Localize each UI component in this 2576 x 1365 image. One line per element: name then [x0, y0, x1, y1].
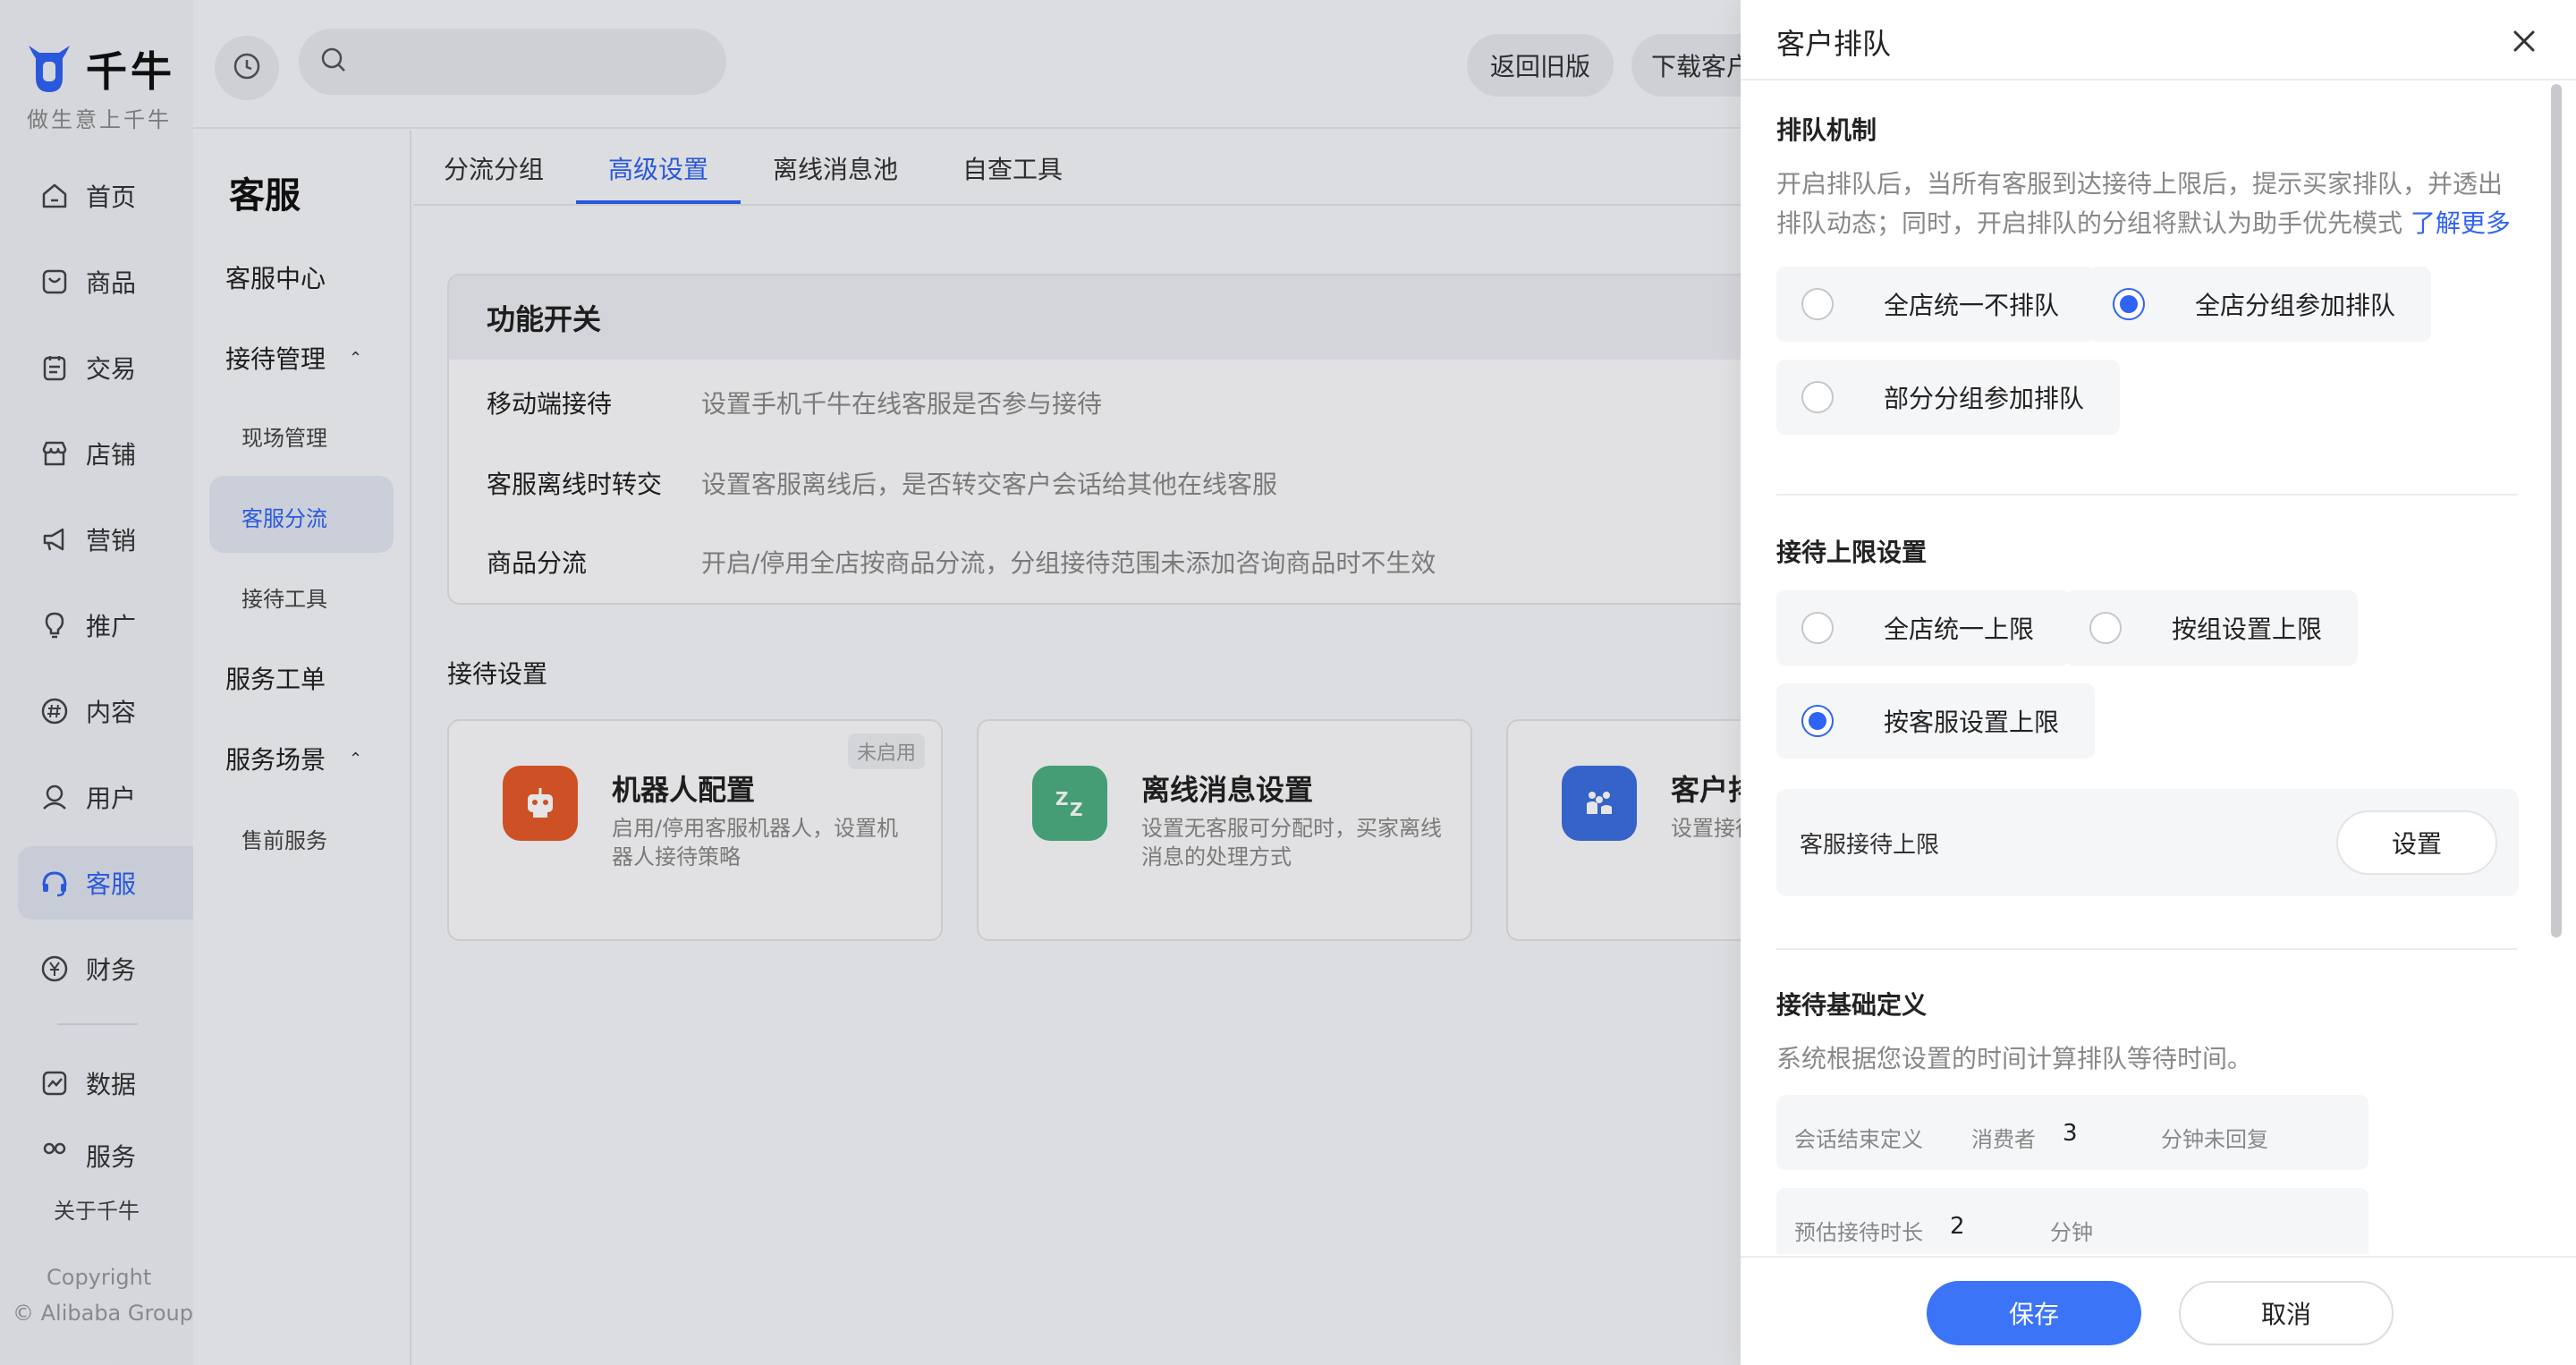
queue-mechanism-desc: 开启排队后，当所有客服到达接待上限后，提示买家排队，并透出排队动态；同时，开启排…: [1776, 165, 2519, 243]
estimated-duration-unit: 分钟: [2050, 1220, 2093, 1245]
session-end-unit: 分钟未回复: [2161, 1127, 2268, 1152]
radio-checked-icon: [2113, 288, 2145, 320]
estimated-duration-input[interactable]: 2: [1950, 1213, 1965, 1240]
limit-option-agent[interactable]: 按客服设置上限: [1776, 683, 2096, 759]
estimated-duration-row: 预估接待时长 2 分钟: [1776, 1188, 2368, 1254]
drawer-scrollbar[interactable]: [2551, 84, 2562, 937]
radio-label: 部分分组参加排队: [1884, 384, 2085, 413]
basic-definition-title: 接待基础定义: [1776, 990, 1928, 1020]
drawer-body: 排队机制 开启排队后，当所有客服到达接待上限后，提示买家排队，并透出排队动态；同…: [1741, 82, 2576, 1254]
radio-label: 全店分组参加排队: [2195, 291, 2396, 320]
reception-limit-title: 接待上限设置: [1776, 538, 1928, 567]
customer-queue-drawer: 客户排队 排队机制 开启排队后，当所有客服到达接待上限后，提示买家排队，并透出排…: [1741, 0, 2576, 1365]
queue-option-none[interactable]: 全店统一不排队: [1776, 267, 2096, 342]
section-divider: [1776, 948, 2517, 950]
drawer-footer: 保存 取消: [1741, 1256, 2576, 1365]
queue-option-all-groups[interactable]: 全店分组参加排队: [2088, 267, 2432, 342]
cancel-button[interactable]: 取消: [2179, 1281, 2394, 1345]
radio-icon: [1801, 381, 1834, 413]
agent-limit-box: 客服接待上限 设置: [1776, 789, 2519, 896]
app-root: 千牛 做生意上千牛 首页 商品 交易 店铺 营销 推广 内容 用户 客服 财务 …: [0, 0, 2576, 1365]
save-button[interactable]: 保存: [1927, 1281, 2141, 1345]
session-end-row: 会话结束定义 消费者 3 分钟未回复: [1776, 1095, 2368, 1170]
close-icon[interactable]: [2508, 25, 2540, 57]
drawer-title: 客户排队: [1776, 27, 1892, 61]
session-end-minutes-input[interactable]: 3: [2063, 1120, 2078, 1147]
agent-limit-label: 客服接待上限: [1800, 832, 1940, 859]
estimated-duration-label: 预估接待时长: [1794, 1220, 1923, 1245]
radio-label: 按组设置上限: [2172, 615, 2323, 644]
queue-desc-text: 开启排队后，当所有客服到达接待上限后，提示买家排队，并透出排队动态；同时，开启排…: [1776, 169, 2504, 238]
queue-option-some-groups[interactable]: 部分分组参加排队: [1776, 360, 2121, 435]
radio-checked-icon: [1801, 705, 1834, 737]
radio-icon: [1801, 288, 1834, 320]
radio-icon: [1801, 612, 1834, 644]
session-end-label: 会话结束定义: [1794, 1127, 1923, 1152]
session-end-who: 消费者: [1971, 1127, 2036, 1152]
learn-more-link[interactable]: 了解更多: [2411, 208, 2511, 238]
agent-limit-set-button[interactable]: 设置: [2336, 810, 2497, 875]
basic-definition-desc: 系统根据您设置的时间计算排队等待时间。: [1776, 1044, 2253, 1073]
radio-icon: [2089, 612, 2122, 644]
limit-option-store[interactable]: 全店统一上限: [1776, 590, 2071, 666]
drawer-header: 客户排队: [1741, 0, 2576, 81]
radio-label: 全店统一不排队: [1884, 291, 2060, 320]
section-divider: [1776, 494, 2517, 496]
radio-label: 按客服设置上限: [1884, 708, 2060, 737]
radio-label: 全店统一上限: [1884, 615, 2035, 644]
queue-mechanism-title: 排队机制: [1776, 115, 1877, 145]
limit-option-group[interactable]: 按组设置上限: [2064, 590, 2359, 666]
